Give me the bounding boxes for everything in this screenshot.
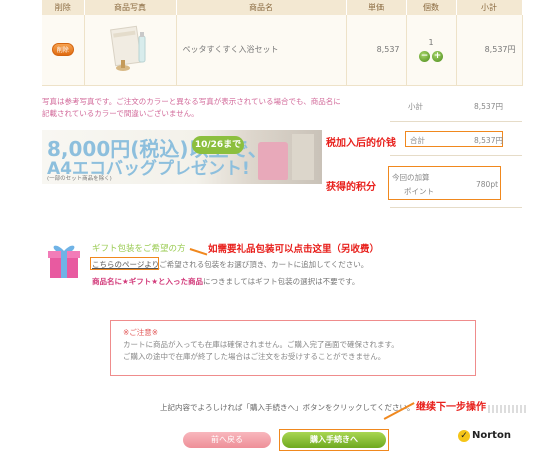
gift-wrap-note: 商品名に★ギフト★と入った商品につきましてはギフト包装の選択は不要です。: [92, 276, 359, 287]
model-image: [292, 134, 314, 180]
caution-title: ※ご注意※: [123, 328, 159, 337]
subtotal-label: 小計: [408, 102, 423, 111]
gift-product-marker: 商品名に★ギフト★と入った商品: [92, 277, 203, 286]
annotation-gift-wrap: 如需要礼品包装可以点击这里（另收费）: [208, 244, 380, 255]
promo-banner[interactable]: 8,000円(税込)以上で、 10/26まで A4エコバッグプレゼント! (一部…: [42, 130, 322, 184]
cart-table: 削除 商品写真 商品名 単価 個数 小計 削除 ペッタすくすく入浴セット 8,5…: [42, 0, 523, 86]
points-label-line1: 今回の加算: [392, 173, 430, 182]
total-label: 合計: [410, 136, 425, 145]
gift-wrap-note-text: につきましてはギフト包装の選択は不要です。: [202, 277, 360, 286]
decrease-quantity-button[interactable]: −: [419, 50, 430, 62]
back-button[interactable]: 前へ戻る: [183, 432, 271, 448]
banner-date-badge: 10/26まで: [192, 136, 244, 154]
col-header-quantity: 個数: [406, 0, 457, 15]
points-value: 780pt: [476, 180, 499, 189]
norton-seal[interactable]: ✓ Norton: [458, 430, 511, 442]
annotation-next-step: 继续下一步操作: [416, 402, 486, 413]
col-header-photo: 商品写真: [84, 0, 177, 15]
photo-cell: [84, 15, 177, 86]
product-name[interactable]: ペッタすくすく入浴セット: [176, 15, 347, 86]
table-row: 削除 ペッタすくすく入浴セット 8,537 1 − + 8,537円: [42, 15, 523, 86]
col-header-name: 商品名: [176, 0, 347, 15]
norton-label: Norton: [472, 430, 511, 441]
quantity-value: 1: [428, 37, 434, 47]
annotation-points-earned: 获得的积分: [326, 182, 376, 193]
caution-line-2: ご購入の途中で在庫が終了した場合はご注文をお受けすることができません。: [123, 352, 386, 361]
gift-link-highlight-box: [90, 257, 159, 270]
delete-button[interactable]: 削除: [51, 43, 74, 57]
unit-price: 8,537: [346, 15, 407, 86]
caution-line-1: カートに商品が入っても在庫は確保されません。ご購入完了画面で確保されます。: [123, 340, 399, 349]
points-label-line2: ポイント: [404, 187, 434, 196]
caution-box: ※ご注意※ カートに商品が入っても在庫は確保されません。ご購入完了画面で確保され…: [110, 320, 476, 376]
row-subtotal: 8,537円: [456, 15, 523, 86]
checkout-instruction: 上記内容でよろしければ「購入手続きへ」ボタンをクリックしてください。: [160, 403, 415, 412]
check-icon: ✓: [458, 430, 470, 442]
increase-quantity-button[interactable]: +: [432, 50, 443, 62]
col-header-subtotal: 小計: [456, 0, 523, 15]
delete-cell: 削除: [42, 15, 85, 86]
total-value: 8,537円: [474, 136, 503, 145]
annotation-arrow: [189, 248, 208, 256]
gift-box-icon: [44, 240, 84, 280]
gift-wrap-title: ギフト包装をご希望の方: [92, 244, 186, 254]
subtotal-value: 8,537円: [474, 102, 503, 111]
eco-bag-image: [258, 142, 288, 180]
divider: [390, 207, 522, 208]
col-header-unit-price: 単価: [346, 0, 407, 15]
proceed-to-checkout-button[interactable]: 購入手続きへ: [282, 432, 386, 448]
product-thumbnail[interactable]: [109, 22, 151, 76]
divider: [390, 121, 522, 122]
gift-wrap-instruction-text: ご希望される包装をお選び頂き、カートに追加してください。: [159, 260, 369, 269]
col-header-delete: 削除: [42, 0, 85, 15]
photo-note: 写真は参考写真です。ご注文のカラーと異なる写真が表示されている場合でも、商品名に…: [42, 97, 341, 118]
banner-footnote: (一部のセット商品を除く): [47, 176, 112, 182]
quantity-cell: 1 − +: [406, 15, 457, 86]
norton-caption: [488, 405, 528, 413]
annotation-total-after-tax: 税加入后的价钱: [326, 138, 396, 149]
cart-header-row: 削除 商品写真 商品名 単価 個数 小計: [42, 0, 523, 15]
divider: [390, 155, 522, 156]
